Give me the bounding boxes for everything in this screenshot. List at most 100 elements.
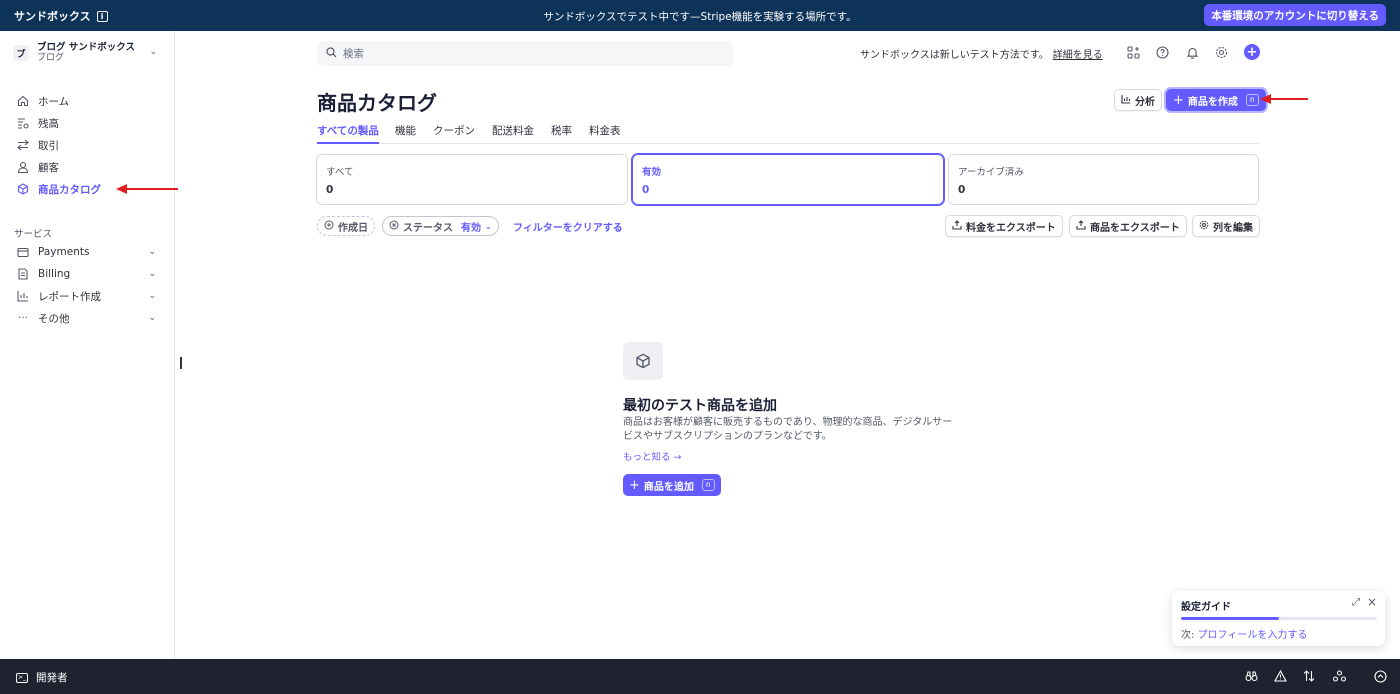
filter-status[interactable]: ステータス 有効 ⌄: [382, 216, 499, 236]
notification-bell-icon[interactable]: [1184, 44, 1200, 60]
export-prices-button[interactable]: 料金をエクスポート: [945, 215, 1063, 237]
help-icon[interactable]: [1154, 44, 1170, 60]
account-name: ブログ サンドボックス: [37, 42, 136, 53]
sidebar-item-payments[interactable]: Payments ⌄: [16, 242, 166, 262]
chevron-down-icon: ⌄: [148, 291, 156, 301]
chevron-down-icon: ⌄: [149, 47, 157, 57]
account-logo: ブ: [13, 45, 29, 61]
sidebar-item-label: ホーム: [38, 95, 70, 108]
product-box-icon: [623, 342, 663, 380]
sidebar-item-customers[interactable]: 顧客: [16, 157, 166, 177]
home-icon: [16, 94, 30, 108]
sidebar-item-label: その他: [38, 312, 70, 325]
sidebar-item-label: 顧客: [38, 161, 59, 174]
tab-features[interactable]: 機能: [395, 123, 416, 144]
customer-icon: [16, 160, 30, 174]
sidebar-item-billing[interactable]: Billing ⌄: [16, 264, 166, 284]
sandbox-info-text: サンドボックスは新しいテスト方法です。: [860, 50, 1049, 61]
sandbox-message: サンドボックスでテスト中です—Stripe機能を実験する場所です。: [543, 11, 857, 23]
chevron-down-icon: ⌄: [148, 247, 156, 257]
tab-shipping-rates[interactable]: 配送料金: [492, 123, 534, 144]
developer-bar: >_ 開発者: [0, 659, 1400, 694]
switch-to-live-button[interactable]: 本番環境のアカウントに切り替える: [1204, 4, 1386, 26]
tab-coupons[interactable]: クーポン: [433, 123, 475, 144]
chevron-down-icon: ⌄: [148, 269, 156, 279]
sidebar-item-label: 残高: [38, 117, 59, 130]
filter-created-date-label: 作成日: [338, 222, 368, 234]
sandbox-banner: サンドボックス i サンドボックスでテスト中です—Stripe機能を実験する場所…: [0, 0, 1400, 31]
account-switcher[interactable]: ブ ブログ サンドボックス ブログ ⌄: [13, 41, 163, 65]
expand-icon[interactable]: ⤢: [1352, 597, 1360, 608]
setup-next-prefix: 次:: [1181, 630, 1198, 641]
search-icon: [326, 46, 337, 61]
page-title: 商品カタログ: [317, 91, 437, 115]
chevron-down-icon: ⌄: [148, 313, 156, 323]
sidebar-item-label: Billing: [38, 268, 71, 280]
gear-icon: [1199, 220, 1209, 233]
setup-guide-title: 設定ガイド: [1181, 602, 1231, 613]
edit-columns-button[interactable]: 列を編集: [1192, 215, 1260, 237]
developer-label: 開発者: [36, 672, 68, 684]
setup-next-step[interactable]: 次: プロフィールを入力する: [1181, 626, 1307, 641]
binoculars-icon[interactable]: [1244, 669, 1258, 683]
export-products-label: 商品をエクスポート: [1090, 222, 1180, 234]
sidebar-item-reports[interactable]: レポート作成 ⌄: [16, 286, 166, 306]
empty-state-description: 商品はお客様が顧客に販売するものであり、物理的な商品、デジタルサービスやサブスク…: [623, 417, 953, 442]
add-circle-icon: [324, 220, 334, 233]
reports-icon: [16, 289, 30, 303]
status-card-all[interactable]: すべて 0: [316, 154, 628, 205]
sidebar-item-home[interactable]: ホーム: [16, 91, 166, 111]
create-plus-icon[interactable]: +: [1244, 44, 1260, 60]
setup-next-link[interactable]: プロフィールを入力する: [1198, 630, 1308, 641]
chart-icon: [1121, 94, 1131, 107]
annotation-arrow-sidebar: [126, 188, 178, 190]
sandbox-brand: サンドボックス i: [14, 8, 108, 24]
add-product-button[interactable]: + 商品を追加 n: [623, 474, 721, 496]
payments-icon: [16, 245, 30, 259]
search-input[interactable]: [343, 47, 723, 60]
status-card-label: すべて: [326, 167, 354, 178]
tab-pricing-tables[interactable]: 料金表: [589, 123, 621, 144]
sidebar-item-label: レポート作成: [38, 290, 101, 303]
sidebar-item-balance[interactable]: 残高: [16, 113, 166, 133]
setup-guide-panel[interactable]: 設定ガイド ⤢ × 次: プロフィールを入力する: [1172, 591, 1385, 646]
apps-icon[interactable]: [1125, 44, 1141, 60]
sidebar-item-more[interactable]: ··· その他 ⌄: [16, 308, 166, 328]
clear-filters-link[interactable]: フィルターをクリアする: [513, 219, 623, 234]
sort-arrows-icon[interactable]: [1302, 669, 1316, 683]
status-card-count: 0: [958, 184, 966, 196]
chevron-up-circle-icon[interactable]: [1373, 669, 1387, 683]
annotation-arrowhead-sidebar: [116, 184, 127, 194]
settings-gear-icon[interactable]: [1213, 44, 1229, 60]
learn-more-link[interactable]: もっと知る →: [623, 449, 681, 463]
export-products-button[interactable]: 商品をエクスポート: [1069, 215, 1187, 237]
search-bar[interactable]: [317, 41, 733, 66]
chevron-down-icon: ⌄: [485, 221, 492, 231]
learn-details-link[interactable]: 詳細を見る: [1053, 50, 1103, 61]
info-icon[interactable]: i: [96, 10, 108, 22]
status-card-label: 有効: [642, 167, 662, 178]
filter-created-date[interactable]: 作成日: [317, 216, 375, 236]
account-subtitle: ブログ: [37, 53, 65, 63]
sidebar-item-label: Payments: [38, 246, 90, 258]
remove-circle-icon: [389, 220, 399, 233]
close-icon[interactable]: ×: [1367, 595, 1377, 609]
plus-icon: +: [629, 477, 640, 493]
export-icon: [952, 219, 962, 233]
create-product-button[interactable]: + 商品を作成 n: [1166, 89, 1266, 111]
webhooks-icon[interactable]: [1332, 669, 1346, 683]
setup-progress-fill: [1181, 617, 1279, 620]
tab-all-products[interactable]: すべての製品: [317, 123, 379, 144]
sidebar-item-label: 取引: [38, 139, 59, 152]
tab-tax-rates[interactable]: 税率: [551, 123, 572, 144]
developer-toggle[interactable]: >_ 開発者: [16, 670, 68, 685]
warning-icon[interactable]: [1273, 669, 1287, 683]
sidebar-resize-handle[interactable]: [180, 357, 182, 369]
create-product-label: 商品を作成: [1187, 96, 1238, 108]
status-card-label: アーカイブ済み: [958, 167, 1024, 178]
status-card-archived[interactable]: アーカイブ済み 0: [948, 154, 1259, 205]
product-box-icon: [16, 182, 30, 196]
analyze-button[interactable]: 分析: [1114, 89, 1162, 111]
sidebar-item-transactions[interactable]: 取引: [16, 135, 166, 155]
status-card-active[interactable]: 有効 0: [632, 154, 944, 205]
